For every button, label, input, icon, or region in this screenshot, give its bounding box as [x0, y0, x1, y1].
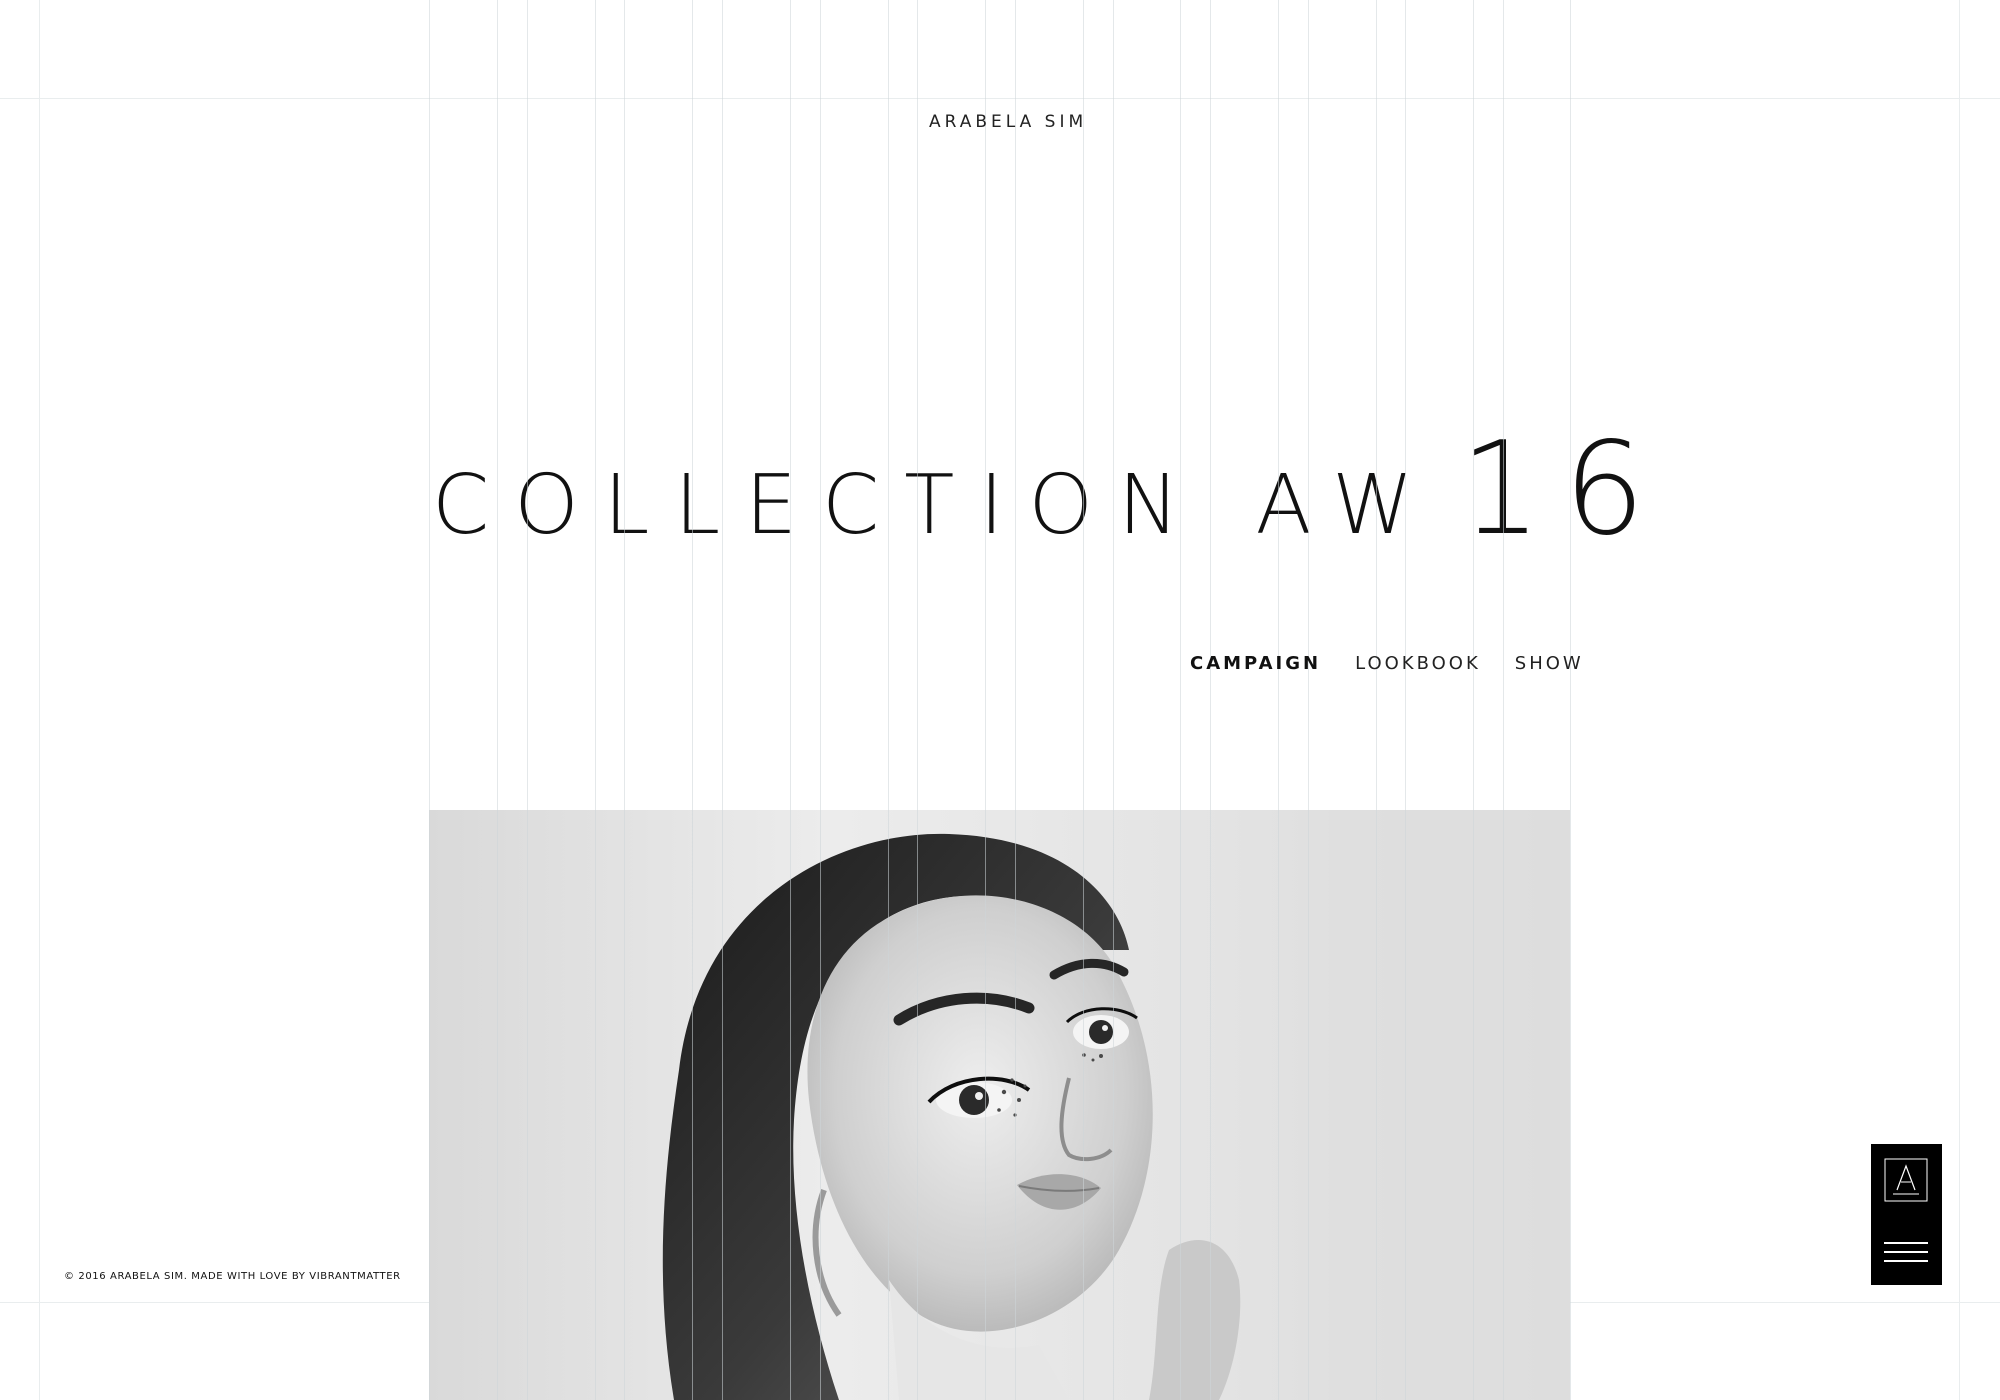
- collection-title-number: 16: [1460, 415, 1668, 564]
- menu-toggle-button[interactable]: [1871, 1144, 1942, 1285]
- hamburger-line: [1884, 1242, 1928, 1244]
- nav-item-campaign[interactable]: CAMPAIGN: [1190, 653, 1321, 674]
- frame-guide-top: [0, 98, 2000, 99]
- brand-name[interactable]: ARABELA SIM: [929, 112, 1083, 136]
- collection-section-nav: CAMPAIGN LOOKBOOK SHOW: [1190, 648, 1581, 678]
- campaign-hero-image: [429, 810, 1570, 1400]
- hamburger-line: [1884, 1251, 1928, 1253]
- collection-title-words: COLLECTION AW: [432, 458, 1439, 553]
- nav-item-show[interactable]: SHOW: [1515, 653, 1584, 674]
- frame-guide-left: [39, 0, 40, 1400]
- collection-title: COLLECTION AW 16: [432, 415, 1645, 564]
- hamburger-line: [1884, 1260, 1928, 1262]
- nav-item-lookbook[interactable]: LOOKBOOK: [1355, 653, 1481, 674]
- portrait-illustration: [429, 810, 1570, 1400]
- page: ARABELA SIM COLLECTION AW 16 CAMPAIGN LOO…: [0, 0, 2000, 1400]
- column-grid-line: [1570, 0, 1571, 1400]
- footer-copyright: © 2016 ARABELA SIM. MADE WITH LOVE BY VI…: [64, 1271, 401, 1282]
- arabela-a-logo-icon[interactable]: [1884, 1158, 1928, 1202]
- hamburger-menu-icon[interactable]: [1884, 1240, 1928, 1264]
- frame-guide-right: [1959, 0, 1960, 1400]
